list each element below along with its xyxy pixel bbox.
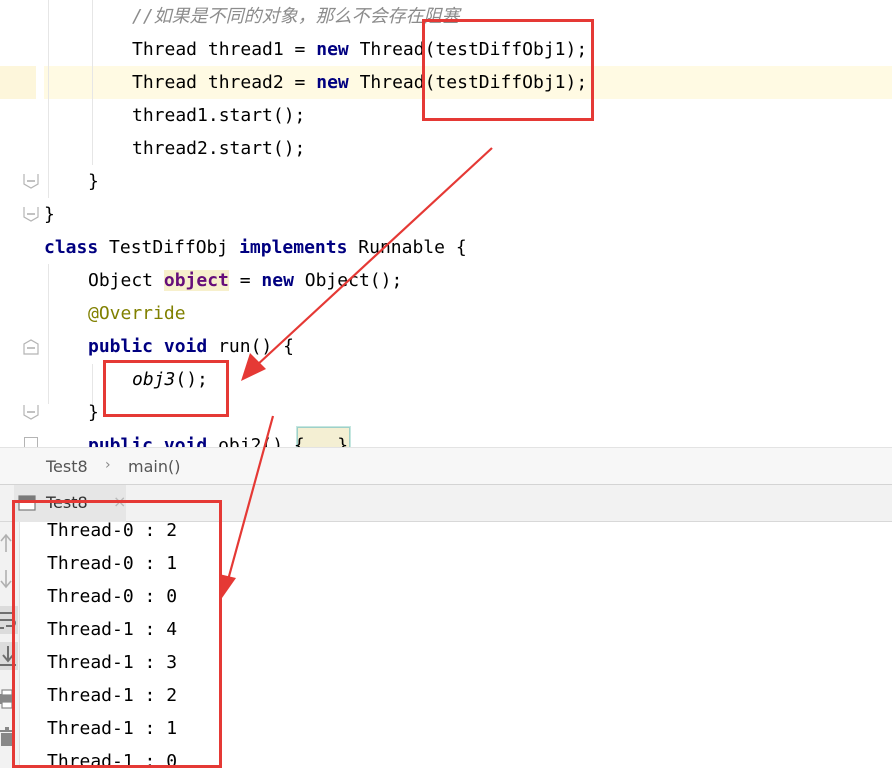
fold-end-icon[interactable] [22, 172, 40, 190]
code-token: TestDiffObj [98, 237, 240, 258]
code-token: Object [88, 270, 164, 291]
code-token: new [316, 72, 349, 93]
code-token: public [88, 435, 154, 447]
code-token: } [88, 171, 99, 192]
code-line[interactable]: obj3(); [132, 363, 892, 396]
code-line[interactable]: public void run() { [88, 330, 892, 363]
fold-end-icon[interactable] [22, 403, 40, 421]
code-token: = [228, 270, 262, 291]
code-token: thread2.start(); [132, 138, 306, 159]
breadcrumb: Test8 › main() [0, 447, 892, 485]
code-token: } [44, 204, 55, 225]
code-token: } [88, 402, 99, 423]
code-token: Thread thread1 = [132, 39, 317, 60]
annotation-box-console-output [12, 500, 222, 768]
code-token: Object(); [293, 270, 403, 291]
code-token: void [163, 336, 208, 357]
code-line[interactable]: thread2.start(); [132, 132, 892, 165]
code-line[interactable]: Object object = new Object(); [88, 264, 892, 297]
code-token: Runnable { [347, 237, 467, 258]
code-token: public [88, 336, 154, 357]
code-line[interactable]: } [44, 198, 892, 231]
code-token: object [163, 270, 229, 291]
code-token: class [44, 237, 99, 258]
code-token: new [261, 270, 294, 291]
indent-guide [48, 264, 49, 404]
breadcrumb-class[interactable]: Test8 [46, 457, 88, 476]
annotation-box-obj3-call [103, 360, 229, 417]
fold-end-icon[interactable] [22, 205, 40, 223]
code-token: void [163, 435, 208, 447]
code-token: Thread thread2 = [132, 72, 317, 93]
code-line[interactable]: class TestDiffObj implements Runnable { [44, 231, 892, 264]
code-token: //如果是不同的对象，那么不会存在阻塞 [132, 6, 460, 27]
indent-guide [92, 0, 93, 165]
code-token: thread1.start(); [132, 105, 306, 126]
indent-guide [48, 0, 49, 198]
breadcrumb-method[interactable]: main() [128, 457, 180, 476]
code-token: run() { [207, 336, 294, 357]
annotation-box-thread-args [422, 19, 594, 121]
breadcrumb-separator: › [105, 457, 111, 473]
expand-fold-icon[interactable] [24, 437, 38, 447]
code-token: new [316, 39, 349, 60]
code-token: @Override [88, 303, 186, 324]
code-line[interactable]: @Override [88, 297, 892, 330]
code-token: obj2() {...} [207, 435, 349, 447]
code-line[interactable]: } [88, 165, 892, 198]
code-line[interactable]: public void obj2() {...} [88, 429, 892, 447]
fold-start-icon[interactable] [22, 338, 40, 356]
code-token: implements [239, 237, 348, 258]
